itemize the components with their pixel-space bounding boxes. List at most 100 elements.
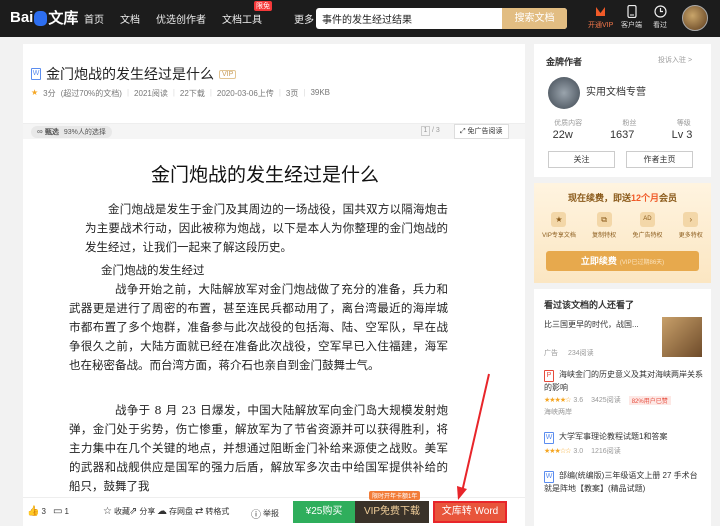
recommend-title: 部编(统编版)三年级语文上册 27 手术台就是阵地【教案】(精品试题) bbox=[544, 471, 698, 493]
comment-icon: ▭ bbox=[53, 506, 63, 517]
logo-text: Bai bbox=[10, 9, 34, 26]
search-input[interactable] bbox=[322, 11, 502, 26]
recommend-item-3[interactable]: W 部编(统编版)三年级语文上册 27 手术台就是阵地【教案】(精品试题) bbox=[544, 470, 704, 494]
nav-item-more[interactable]: 更多 bbox=[294, 11, 314, 26]
author-report-link[interactable]: 投诉入驻 > bbox=[658, 55, 692, 65]
vip-renew-card: 现在续费，即送12个月会员 ★ VIP专享文档 ⧉ 复制特权 AD 免广告特权 › 更多… bbox=[534, 183, 711, 283]
select-tag: ∞ 甄选 93%人的选择 bbox=[31, 126, 112, 138]
star-outline-icon: ☆ bbox=[103, 506, 112, 517]
promo-badge: 限时开年卡额1年 bbox=[369, 491, 421, 500]
stat-value-content: 22w bbox=[552, 129, 573, 141]
infinity-icon: ∞ bbox=[37, 127, 45, 136]
like-count: 3 bbox=[41, 507, 46, 516]
perk-label: VIP专享文档 bbox=[542, 233, 576, 239]
document-page: 金门炮战的发生经过是什么 金门炮战是发生于金门及其周边的一场战役，国共双方以隔海… bbox=[23, 140, 525, 526]
recommend-item-2[interactable]: W 大学军事理论教程试题1和答案 ★★★☆☆ 3.0 1216阅读 bbox=[544, 431, 704, 456]
page-number-input[interactable]: 1 bbox=[421, 126, 430, 136]
star-icon: ★ bbox=[31, 88, 39, 97]
cloud-icon: ☁ bbox=[157, 506, 167, 517]
stat-label-level: 等级 bbox=[676, 120, 691, 127]
star-icon: ★ bbox=[551, 212, 567, 227]
adfree-read-button[interactable]: ⤢ 免广告阅读 bbox=[454, 124, 509, 139]
select-tag-label: 甄选 bbox=[44, 129, 59, 136]
perk-vip-docs: ★ VIP专享文档 bbox=[542, 212, 576, 239]
follow-button[interactable]: 关注 bbox=[548, 151, 615, 168]
renew-note: (VIP已过期86天) bbox=[619, 260, 665, 266]
search-box: 搜索文档 bbox=[316, 8, 567, 29]
doc-title-row: W 金门炮战的发生经过是什么 VIP bbox=[31, 64, 237, 84]
logo-text-wenku: 文库 bbox=[48, 10, 79, 27]
convert-button[interactable]: ⇄ 转格式 bbox=[195, 506, 229, 517]
document-panel: W 金门炮战的发生经过是什么 VIP ★ 3分 (超过70%的文档) | 202… bbox=[23, 44, 525, 526]
doc-title: 金门炮战的发生经过是什么 bbox=[46, 66, 214, 82]
chevron-right-icon: › bbox=[683, 212, 699, 227]
doc-reads: 2021阅读 bbox=[134, 89, 168, 98]
share-label: 分享 bbox=[139, 507, 156, 516]
page-indicator: 1 / 3 bbox=[421, 126, 440, 136]
search-button[interactable]: 搜索文档 bbox=[502, 8, 567, 29]
phone-icon bbox=[625, 4, 639, 18]
vip-heading-end: 会员 bbox=[659, 193, 678, 203]
recommend-meta: 广告 234阅读 bbox=[544, 348, 654, 358]
nav-item-home[interactable]: 首页 bbox=[84, 11, 104, 26]
paragraph-intro: 金门炮战是发生于金门及其周边的一场战役，国共双方以隔海炮击为主要战术行动，因此被… bbox=[85, 202, 448, 254]
divider: | bbox=[172, 88, 175, 97]
stat-label-fans: 粉丝 bbox=[622, 120, 637, 127]
recommend-item-ad[interactable]: 比三国更早的时代，战国... 广告 234阅读 bbox=[544, 319, 654, 358]
comment-count: 1 bbox=[64, 507, 69, 516]
share-button[interactable]: ⇗ 分享 bbox=[129, 506, 155, 517]
ad-thumbnail[interactable] bbox=[662, 317, 702, 357]
vip-highlight: 12个月 bbox=[630, 193, 659, 203]
ad-icon: AD bbox=[639, 212, 655, 227]
comment-button[interactable]: ▭ 1 bbox=[53, 506, 69, 517]
recommend-reads: 234阅读 bbox=[568, 350, 594, 357]
adfree-label: 免广告阅读 bbox=[467, 128, 503, 135]
vip-download-button[interactable]: VIP免费下载 bbox=[355, 501, 429, 523]
word-doc-icon: W bbox=[544, 471, 554, 483]
nav-item-creators[interactable]: 优选创作者 bbox=[156, 11, 206, 26]
nav-item-tools[interactable]: 文档工具 限免 bbox=[222, 1, 278, 26]
like-button[interactable]: 👍 3 bbox=[27, 506, 46, 517]
convert-label: 转格式 bbox=[205, 507, 230, 516]
renew-label: 立即续费 bbox=[580, 256, 617, 266]
author-name[interactable]: 实用文档专营 bbox=[586, 83, 646, 98]
doc-downloads: 22下载 bbox=[179, 89, 205, 98]
divider: | bbox=[126, 88, 130, 97]
free-badge: 限免 bbox=[254, 1, 272, 11]
nav-item-tools-label: 文档工具 bbox=[222, 15, 262, 26]
share-icon: ⇗ bbox=[129, 506, 138, 517]
recommend-panel: 看过该文档的人还看了 比三国更早的时代，战国... 广告 234阅读 P 海峡金门的… bbox=[534, 289, 711, 526]
convert-to-word-button[interactable]: 文库转 Word bbox=[433, 501, 507, 523]
client-label: 客户端 bbox=[621, 22, 642, 29]
buy-button[interactable]: ¥25购买 bbox=[293, 501, 355, 523]
paragraph-before-war: 战争开始之前，大陆解放军对金门炮战做了充分的准备，兵力和武器更是进行了周密的布置… bbox=[69, 282, 448, 372]
client-button[interactable]: 客户端 bbox=[621, 4, 642, 30]
page-total: / 3 bbox=[431, 127, 440, 134]
select-tag-note: 93%人的选择 bbox=[63, 129, 106, 136]
report-button[interactable]: ⓘ 举报 bbox=[251, 506, 279, 521]
favorite-button[interactable]: ☆ 收藏 bbox=[103, 506, 130, 517]
thumbs-up-icon: 👍 bbox=[27, 506, 40, 517]
perk-label: 免广告特权 bbox=[632, 233, 663, 239]
history-button[interactable]: 看过 bbox=[653, 4, 667, 30]
author-home-button[interactable]: 作者主页 bbox=[626, 151, 693, 168]
word-doc-icon: W bbox=[544, 432, 554, 444]
like-percent-tag: 82%用户已赞 bbox=[628, 395, 671, 405]
recommend-item-1[interactable]: P 海峡金门的历史意义及其对海峡两岸关系的影响 ★★★★☆ 3.6 3425阅读 82%… bbox=[544, 369, 704, 417]
netdisk-button[interactable]: ☁ 存网盘 bbox=[157, 506, 193, 517]
divider: | bbox=[278, 88, 281, 97]
author-avatar[interactable] bbox=[548, 77, 580, 109]
doc-pages: 3页 bbox=[285, 89, 299, 98]
recommend-meta: ★★★☆☆ 3.0 1216阅读 bbox=[544, 446, 704, 456]
user-avatar[interactable] bbox=[682, 5, 708, 31]
reader-toolbar: ∞ 甄选 93%人的选择 1 / 3 ⤢ 免广告阅读 bbox=[23, 123, 525, 139]
nav-item-docs[interactable]: 文档 bbox=[120, 11, 140, 26]
divider: | bbox=[303, 88, 306, 97]
vip-badge: VIP bbox=[219, 69, 237, 79]
copy-icon: ⧉ bbox=[596, 212, 612, 227]
top-navigation-bar: Bai 文库 首页 文档 优选创作者 文档工具限免 更多 搜索文档 开通VIP … bbox=[0, 0, 720, 37]
baidu-wenku-logo[interactable]: Bai 文库 bbox=[10, 7, 78, 28]
renew-button[interactable]: 立即续费 (VIP已过期86天) bbox=[546, 251, 699, 271]
open-vip-button[interactable]: 开通VIP bbox=[588, 4, 613, 30]
main-nav: 首页 文档 优选创作者 文档工具 限免 更多 bbox=[84, 0, 330, 37]
